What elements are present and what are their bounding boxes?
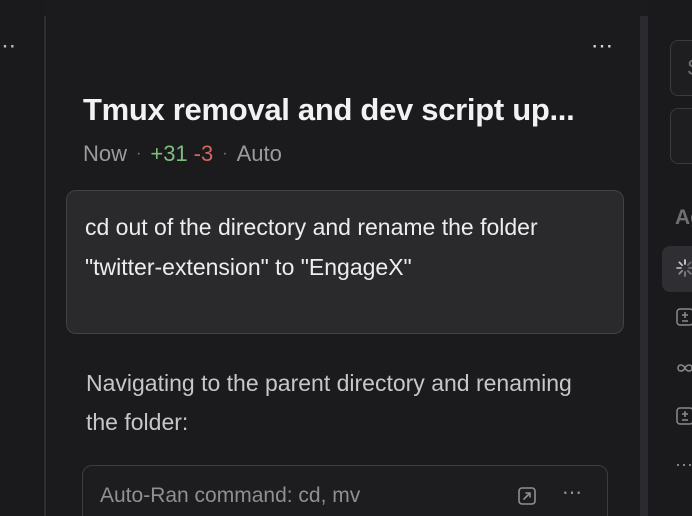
right-sidebar: S Ag ⋯: [648, 0, 692, 516]
right-divider[interactable]: [640, 16, 648, 516]
add-square-icon[interactable]: [676, 407, 692, 425]
thread-title: Tmux removal and dev script up...: [83, 92, 575, 127]
user-prompt-bubble[interactable]: cd out of the directory and rename the f…: [66, 190, 624, 334]
left-sidebar: ⋯: [0, 0, 45, 516]
more-options-button[interactable]: ⋯: [591, 35, 614, 57]
mode-label[interactable]: Auto: [237, 141, 282, 167]
infinity-icon[interactable]: [676, 359, 692, 377]
chat-panel: ⋯ Tmux removal and dev script up... Now …: [46, 0, 640, 516]
thread-meta: Now · +31 -3 · Auto: [83, 141, 282, 167]
loading-spinner-icon: [676, 259, 692, 277]
right-more-icon[interactable]: ⋯: [675, 455, 692, 476]
user-prompt-text: cd out of the directory and rename the f…: [85, 214, 538, 280]
search-field-glyph: S: [687, 55, 692, 81]
timestamp: Now: [83, 141, 128, 166]
deletions-count[interactable]: -3: [194, 141, 214, 167]
additions-count[interactable]: +31: [150, 141, 187, 167]
open-external-icon[interactable]: [517, 486, 537, 506]
command-label: Auto-Ran command: cd, mv: [100, 484, 361, 507]
left-more-icon[interactable]: ⋯: [0, 35, 17, 57]
assistant-response-text: Navigating to the parent directory and r…: [86, 370, 572, 435]
command-card[interactable]: Auto-Ran command: cd, mv ⋯: [82, 465, 608, 516]
command-more-icon[interactable]: ⋯: [562, 480, 583, 505]
right-search-field[interactable]: S: [670, 40, 692, 96]
right-input-field[interactable]: [670, 108, 692, 164]
app-window: ⋯ ⋯ Tmux removal and dev script up... No…: [0, 0, 692, 516]
agents-heading: Ag: [675, 206, 692, 229]
add-square-icon[interactable]: [676, 308, 692, 326]
separator-dot: ·: [136, 145, 142, 162]
separator-dot: ·: [222, 145, 228, 162]
